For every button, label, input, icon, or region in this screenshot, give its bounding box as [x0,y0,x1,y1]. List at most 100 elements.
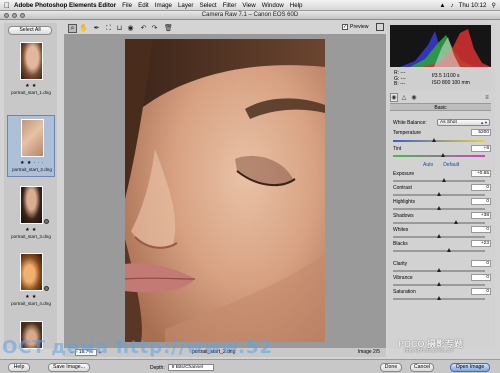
menu-layer[interactable]: Layer [178,2,193,9]
saturation-input[interactable]: 0 [471,288,491,295]
basic-tab-icon[interactable]: ◉ [390,93,398,102]
exposure-input[interactable]: +0.65 [471,170,491,177]
white-balance-tool-icon[interactable]: ✒ [92,24,101,33]
apple-menu-icon[interactable]:  [0,1,14,10]
help-button[interactable]: Help [8,363,30,372]
cancel-button[interactable]: Cancel [410,363,434,372]
preview-checkbox[interactable]: ✓ Preview [342,24,368,30]
clock[interactable]: Thu 10:12 [459,2,487,9]
preview-checkbox-box[interactable]: ✓ [342,24,348,30]
hand-tool-icon[interactable]: ✋ [79,24,88,33]
menu-image[interactable]: Image [155,2,172,9]
rating-stars[interactable]: ★ ★ [7,294,55,300]
highlights-knob[interactable] [436,206,441,210]
window-title: Camera Raw 7.1 – Canon EOS 60D [201,12,299,18]
clarity-input[interactable]: 0 [471,260,491,267]
minimize-button[interactable] [12,13,17,18]
rating-stars[interactable]: ★ ★ [7,227,55,233]
clarity-slider[interactable] [393,268,485,272]
straighten-tool-icon[interactable]: ⊔ [115,24,124,33]
spotlight-icon[interactable]: ⚲ [491,2,496,9]
filmstrip-item[interactable]: ★ ★ portrait_start_3.dng [7,183,55,245]
wifi-icon[interactable]: ▲ [439,2,445,9]
tint-input[interactable]: +8 [471,145,491,152]
menu-window[interactable]: Window [262,2,284,9]
clarity-row: Clarity 0 [393,260,491,268]
shadows-slider[interactable] [393,220,485,224]
contrast-knob[interactable] [436,192,441,196]
image-navigator[interactable]: Image 2/5 [358,349,380,355]
rating-stars[interactable]: ★ ★ · · · [8,160,56,166]
vibrance-knob[interactable] [436,282,441,286]
saturation-slider[interactable] [393,296,485,300]
temperature-input[interactable]: 5200 [471,129,491,136]
rotate-right-icon[interactable]: ↷ [150,24,159,33]
open-image-button[interactable]: Open Image [450,363,490,372]
rating-stars[interactable]: ★ ★ [7,83,55,89]
default-link[interactable]: Default [443,162,459,168]
menu-file[interactable]: File [122,2,132,9]
menu-filter[interactable]: Filter [223,2,237,9]
contrast-row: Contrast 0 [393,184,491,192]
filmstrip-item[interactable]: ★ ★ portrait_start_1.dng [7,39,55,101]
saturation-knob[interactable] [436,296,441,300]
clarity-knob[interactable] [436,268,441,272]
depth-value: 8 Bits/Channel [171,365,203,370]
select-all-button[interactable]: Select All [8,26,52,35]
blacks-input[interactable]: +23 [471,240,491,247]
exposure-label: Exposure [393,171,415,177]
red-eye-tool-icon[interactable]: ◉ [126,24,135,33]
thumbnail-image [20,42,43,80]
exposure-knob[interactable] [442,178,447,182]
detail-tab-icon[interactable]: △ [400,94,408,101]
zoom-button[interactable] [20,13,25,18]
blacks-slider[interactable] [393,248,485,252]
menu-help[interactable]: Help [290,2,303,9]
menu-view[interactable]: View [242,2,255,9]
filmstrip: Select All ★ ★ portrait_start_1.dng ★ ★ … [4,23,57,349]
portrait-image [125,39,325,342]
volume-icon[interactable]: ♪ [450,2,453,9]
image-canvas[interactable] [64,34,386,348]
tint-slider[interactable] [393,153,485,157]
fullscreen-icon[interactable] [376,23,384,31]
menu-select[interactable]: Select [199,2,216,9]
shadows-input[interactable]: +38 [471,212,491,219]
filmstrip-item[interactable]: ★ ★ portrait_start_4.dng [7,250,55,312]
status-menus: ▲ ♪ Thu 10:12 ⚲ [439,0,496,11]
white-balance-select[interactable]: As Shot ▲▼ [437,119,490,126]
menu-edit[interactable]: Edit [138,2,149,9]
contrast-slider[interactable] [393,192,485,196]
whites-slider[interactable] [393,234,485,238]
depth-select[interactable]: 8 Bits/Channel [167,364,214,371]
done-button[interactable]: Done [380,363,402,372]
auto-link[interactable]: Auto [423,162,433,168]
adjustments-panel: R: --- G: --- B: --- f/3.5 1/100 s ISO 8… [387,23,495,349]
save-image-button[interactable]: Save Image... [48,363,90,372]
tint-knob[interactable] [441,153,446,157]
close-button[interactable] [4,13,9,18]
exposure-slider[interactable] [393,178,485,182]
contrast-input[interactable]: 0 [471,184,491,191]
temperature-knob[interactable] [431,138,436,142]
blacks-knob[interactable] [446,248,451,252]
rotate-left-icon[interactable]: ↶ [139,24,148,33]
highlights-slider[interactable] [393,206,485,210]
vibrance-slider[interactable] [393,282,485,286]
whites-knob[interactable] [436,234,441,238]
portrait-photo [125,39,325,342]
zoom-tool-icon[interactable]: ⌕ [68,24,77,33]
vibrance-input[interactable]: 0 [471,274,491,281]
saturation-label: Saturation [393,289,416,295]
panel-menu-icon[interactable]: ≡ [483,95,491,101]
highlights-input[interactable]: 0 [471,198,491,205]
whites-input[interactable]: 0 [471,226,491,233]
trash-icon[interactable]: 🗑 [164,24,173,33]
temperature-slider[interactable] [393,138,485,142]
filmstrip-item-selected[interactable]: ★ ★ · · · portrait_start_2.dng [7,115,55,177]
shadows-knob[interactable] [453,220,458,224]
camera-calibration-tab-icon[interactable]: ◉ [410,94,418,101]
crop-tool-icon[interactable]: ⛶ [104,24,113,33]
contrast-label: Contrast [393,185,412,191]
app-name-menu[interactable]: Adobe Photoshop Elements Editor [14,2,116,9]
